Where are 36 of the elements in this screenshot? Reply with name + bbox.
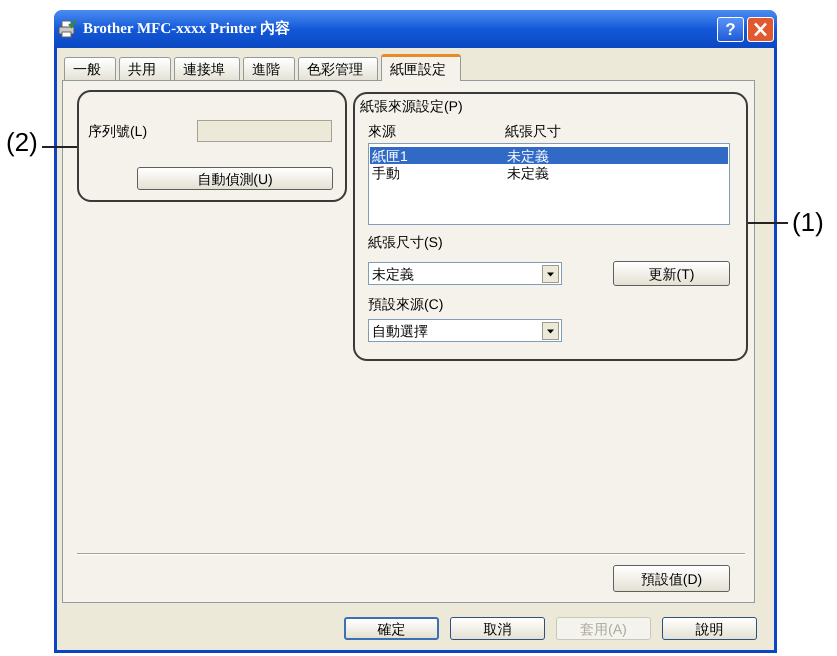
column-header: 紙張尺寸 <box>505 123 561 139</box>
leader-line <box>748 222 788 224</box>
dialog-button[interactable]: 說明 <box>662 617 757 640</box>
field-label: 預設來源(C) <box>367 296 444 312</box>
dropdown[interactable]: 自動選擇 <box>368 319 562 342</box>
list-cell-text: 紙匣1 <box>372 148 409 162</box>
tab[interactable]: 色彩管理 <box>298 57 378 80</box>
update-button[interactable]: 更新(T) <box>613 261 730 286</box>
callout-label: (1) <box>792 209 824 235</box>
printer-icon <box>57 19 77 39</box>
dropdown[interactable]: 未定義 <box>368 262 562 285</box>
column-header: 來源 <box>368 123 397 139</box>
field-label: 紙張尺寸(S) <box>367 234 444 250</box>
field-label: 序列號(L) <box>88 124 148 138</box>
leader-line <box>42 146 77 148</box>
tab[interactable]: 一般 <box>64 57 116 80</box>
tab[interactable]: 共用 <box>119 57 171 80</box>
list-cell: 未定義 <box>507 148 549 162</box>
dialog-button[interactable]: 確定 <box>344 617 439 640</box>
group-title: 紙張來源設定(P) <box>359 98 464 114</box>
help-button[interactable]: ? <box>717 16 744 42</box>
caret-down-icon <box>542 264 559 282</box>
list-row[interactable]: 紙匣1 未定義 <box>370 147 728 164</box>
window-title: Brother MFC-xxxx Printer 內容 <box>83 19 290 39</box>
list-cell: 未定義 <box>507 166 549 180</box>
tab[interactable]: 紙匣設定 <box>381 54 461 81</box>
auto-detect-button[interactable]: 自動偵測(U) <box>137 167 333 190</box>
caret-down-icon <box>542 322 559 340</box>
callout-label: (2) <box>6 129 38 155</box>
tab[interactable]: 連接埠 <box>174 57 240 80</box>
list-cell-text: 手動 <box>372 166 401 180</box>
tab[interactable]: 進階 <box>243 57 295 80</box>
close-icon[interactable] <box>747 16 774 42</box>
defaults-button[interactable]: 預設值(D) <box>613 565 730 592</box>
list-row[interactable]: 手動 未定義 <box>370 164 728 181</box>
dialog-button[interactable]: 取消 <box>450 617 545 640</box>
